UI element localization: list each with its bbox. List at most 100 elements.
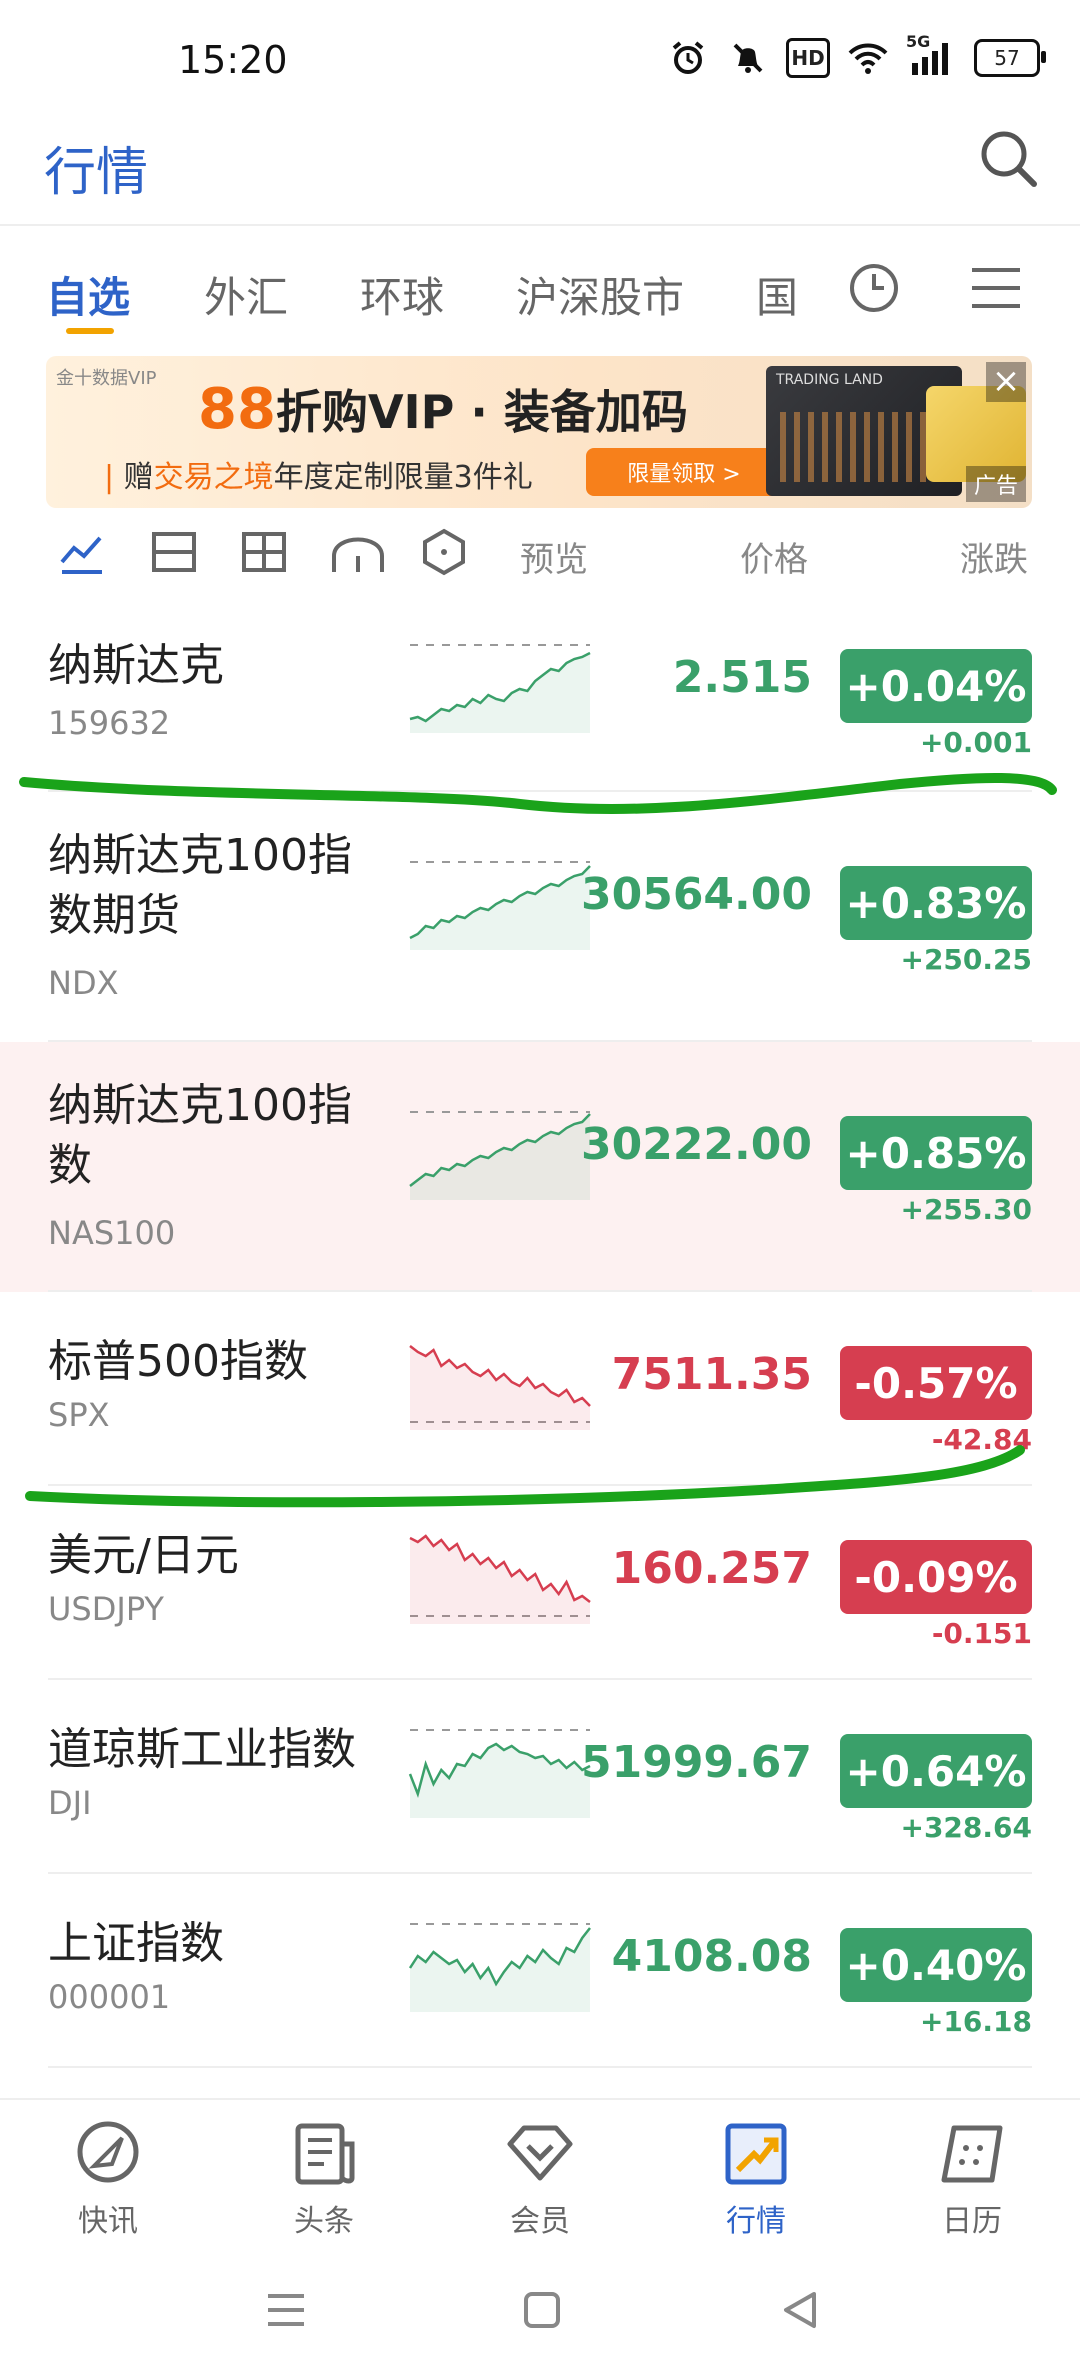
line-chart-view-icon[interactable] xyxy=(58,528,106,576)
active-tab-indicator xyxy=(66,328,114,334)
banner-headline-number: 88 xyxy=(198,377,276,442)
page-title: 行情 xyxy=(44,143,149,203)
quote-price: 30564.00 xyxy=(580,869,812,920)
battery-icon: 57 xyxy=(974,39,1046,77)
quote-code: NDX xyxy=(48,964,119,1002)
row-divider xyxy=(48,2066,1032,2068)
banner-headline-text: 折购VIP · 装备加码 xyxy=(275,385,688,439)
sparkline-chart xyxy=(409,1111,591,1200)
nav-market[interactable]: 行情 xyxy=(676,2118,836,2240)
quote-name: 道琼斯工业指数 xyxy=(48,1724,356,1775)
change-value: +255.30 xyxy=(900,1193,1032,1226)
quote-row[interactable]: 纳斯达克 159632 2.515 +0.04% +0.001 xyxy=(0,592,1080,792)
headline-icon xyxy=(295,2123,355,2185)
tab-watchlist[interactable]: 自选 xyxy=(46,264,130,325)
signal-5g-icon: 5G xyxy=(906,32,958,80)
market-icon xyxy=(725,2123,787,2185)
alarm-icon xyxy=(666,36,710,80)
quote-code: DJI xyxy=(48,1784,92,1822)
nav-calendar[interactable]: 日历 xyxy=(892,2118,1052,2240)
close-icon[interactable]: × xyxy=(986,362,1026,402)
quote-name: 纳斯达克100指数期货 xyxy=(48,830,352,941)
sparkline-chart xyxy=(408,1729,591,1818)
sparkline-area xyxy=(410,1928,590,2012)
sparkline-chart xyxy=(409,1534,591,1624)
mute-icon xyxy=(726,36,770,80)
quote-name: 上证指数 xyxy=(48,1918,224,1969)
home-icon[interactable] xyxy=(518,2286,566,2334)
quote-code: 159632 xyxy=(48,704,171,742)
banner-subline-highlight: 交易之境 xyxy=(153,460,274,495)
quote-row[interactable]: 纳斯达克100指数期货 NDX 30564.00 +0.83% +250.25 xyxy=(0,792,1080,1042)
column-price-label[interactable]: 价格 xyxy=(740,532,808,581)
system-nav-bar xyxy=(0,2244,1080,2376)
quote-code: SPX xyxy=(48,1396,110,1434)
quote-row[interactable]: 上证指数 000001 4108.08 +0.40% +16.18 xyxy=(0,1874,1080,2068)
quote-row[interactable]: 美元/日元 USDJPY 160.257 -0.09% -0.151 xyxy=(0,1486,1080,1680)
change-value: +328.64 xyxy=(900,1811,1032,1844)
grid-view-icon[interactable] xyxy=(240,528,288,576)
banner-subline-prefix: 赠 xyxy=(123,460,154,495)
app-header: 行情 xyxy=(0,120,1080,226)
change-value: -42.84 xyxy=(931,1423,1032,1456)
flash-news-icon xyxy=(77,2121,139,2183)
change-percent-badge[interactable]: +0.83% xyxy=(840,866,1032,940)
quote-name: 美元/日元 xyxy=(48,1530,239,1581)
change-percent-badge[interactable]: -0.57% xyxy=(840,1346,1032,1420)
tab-global[interactable]: 环球 xyxy=(360,264,444,325)
quote-code: NAS100 xyxy=(48,1214,176,1252)
hex-view-icon[interactable] xyxy=(420,528,468,576)
tab-a-share[interactable]: 沪深股市 xyxy=(516,264,684,325)
quote-name: 纳斯达克100指数 xyxy=(48,1080,352,1191)
sparkline-area xyxy=(410,1744,590,1818)
card-view-icon[interactable] xyxy=(150,528,198,576)
change-percent-badge[interactable]: -0.09% xyxy=(840,1540,1032,1614)
curve-view-icon[interactable] xyxy=(330,528,384,576)
wifi-icon xyxy=(846,36,890,80)
tab-bar: 自选 外汇 环球 沪深股市 国 xyxy=(0,226,1080,346)
sparkline-chart xyxy=(409,644,591,733)
ad-label: 广告 xyxy=(965,466,1026,502)
quote-row[interactable]: 道琼斯工业指数 DJI 51999.67 +0.64% +328.64 xyxy=(0,1680,1080,1874)
clock-icon[interactable] xyxy=(848,262,900,318)
column-preview-label: 预览 xyxy=(520,540,588,580)
recents-icon[interactable] xyxy=(262,2286,310,2334)
change-value: +16.18 xyxy=(919,2005,1032,2038)
hd-icon: HD xyxy=(786,38,830,78)
change-value: -0.151 xyxy=(931,1617,1032,1650)
change-percent-badge[interactable]: +0.85% xyxy=(840,1116,1032,1190)
quote-price: 51999.67 xyxy=(580,1737,812,1788)
change-percent-badge[interactable]: +0.64% xyxy=(840,1734,1032,1808)
sparkline-chart xyxy=(409,1345,591,1430)
sparkline-area xyxy=(410,866,590,950)
sparkline-chart xyxy=(408,1923,591,2012)
change-percent-badge[interactable]: +0.40% xyxy=(840,1928,1032,2002)
back-icon[interactable] xyxy=(776,2286,824,2334)
quote-row[interactable]: 标普500指数 SPX 7511.35 -0.57% -42.84 xyxy=(0,1292,1080,1486)
change-value: +0.001 xyxy=(919,726,1032,759)
promo-banner[interactable]: 金十数据VIP 88折购VIP · 装备加码 | 赠交易之境年度定制限量3件礼 … xyxy=(46,356,1032,508)
change-value: +250.25 xyxy=(900,943,1032,976)
search-icon[interactable] xyxy=(976,126,1040,190)
change-percent-badge[interactable]: +0.04% xyxy=(840,649,1032,723)
vip-icon xyxy=(507,2125,573,2181)
quote-name: 标普500指数 xyxy=(48,1336,308,1387)
nav-flash-news[interactable]: 快讯 xyxy=(28,2118,188,2240)
quote-code: USDJPY xyxy=(48,1590,164,1628)
quote-row[interactable]: 纳斯达克100指数 NAS100 30222.00 +0.85% +255.30 xyxy=(0,1042,1080,1292)
banner-headline: 88折购VIP · 装备加码 xyxy=(198,376,688,442)
tab-partial[interactable]: 国 xyxy=(756,264,798,325)
quote-price: 30222.00 xyxy=(580,1119,812,1170)
banner-cta-button[interactable]: 限量领取 > xyxy=(586,448,782,496)
nav-vip[interactable]: 会员 xyxy=(460,2118,620,2240)
quote-code: 000001 xyxy=(48,1978,171,2016)
banner-subline: | 赠交易之境年度定制限量3件礼 xyxy=(104,460,533,495)
column-change-label[interactable]: 涨跌 xyxy=(960,532,1028,581)
tab-forex[interactable]: 外汇 xyxy=(204,264,288,325)
status-time: 15:20 xyxy=(178,38,288,82)
network-label: 5G xyxy=(906,32,931,51)
calendar-icon xyxy=(941,2125,1003,2183)
banner-subline-suffix: 年度定制限量3件礼 xyxy=(273,460,533,495)
nav-headlines[interactable]: 头条 xyxy=(244,2118,404,2240)
menu-icon[interactable] xyxy=(970,266,1022,314)
